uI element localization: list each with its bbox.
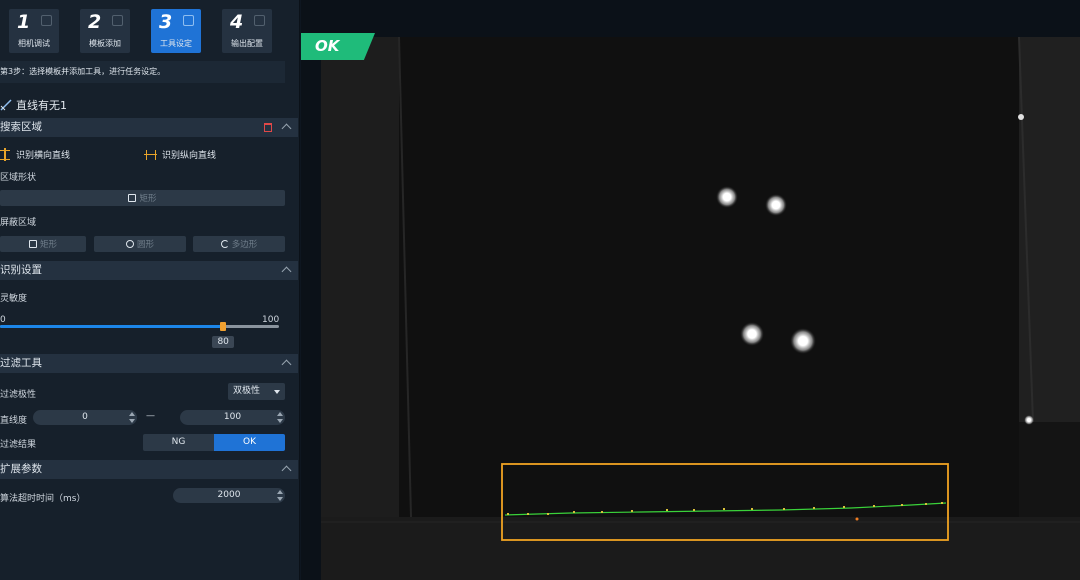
polarity-select[interactable]: 双极性 (228, 383, 285, 400)
spinner-icon[interactable] (277, 490, 283, 501)
filter-result-toggle: NG OK (143, 434, 285, 451)
step-number: 2 (88, 11, 102, 33)
option-label: 识别横向直线 (16, 151, 71, 161)
rectangle-icon (28, 240, 37, 248)
result-status-badge: OK (301, 33, 375, 60)
straightness-min-input[interactable]: 0 (33, 410, 137, 425)
horizontal-line-icon (0, 147, 10, 161)
button-label: 多边形 (231, 240, 258, 250)
input-value: 100 (223, 412, 242, 422)
tool-icon (183, 15, 194, 26)
section-title: 过滤工具 (0, 357, 42, 369)
template-icon (112, 15, 123, 26)
straightness-max-input[interactable]: 100 (180, 410, 285, 425)
section-extended[interactable]: 扩展参数 (0, 460, 298, 479)
result-ok-button[interactable]: OK (214, 434, 285, 451)
section-title: 扩展参数 (0, 463, 42, 475)
slider-min-label: 0 (0, 315, 6, 325)
mask-circle-button[interactable]: 圆形 (94, 236, 186, 252)
chevron-up-icon[interactable] (281, 266, 292, 277)
camera-image[interactable] (321, 37, 1080, 580)
shape-rect-button[interactable]: 矩形 (0, 190, 285, 206)
input-value: 0 (82, 412, 88, 422)
select-value: 双极性 (233, 386, 261, 396)
step-number: 4 (230, 11, 244, 33)
straightness-label: 直线度 (0, 416, 28, 426)
image-viewer: OK (301, 0, 1080, 580)
camera-icon (41, 15, 52, 26)
chevron-down-icon (274, 390, 280, 394)
range-dash: — (146, 411, 155, 421)
option-vertical-line[interactable]: 识别纵向直线 (144, 148, 217, 161)
step-bar: 1 相机调试 2 模板添加 3 工具设定 4 输出配置 (0, 0, 300, 58)
polygon-icon (220, 240, 229, 248)
mask-polygon-button[interactable]: 多边形 (193, 236, 285, 252)
section-title: 搜索区域 (0, 121, 42, 133)
rectangle-icon (128, 194, 137, 202)
option-horizontal-line[interactable]: 识别横向直线 (0, 147, 71, 161)
circle-icon (125, 240, 134, 248)
slider-thumb[interactable] (220, 322, 227, 331)
step-label: 输出配置 (231, 39, 263, 48)
timeout-input[interactable]: 2000 (173, 488, 285, 503)
light-spot (716, 186, 738, 208)
step-hint: 第3步：选择模板并添加工具，进行任务设定。 (0, 61, 285, 83)
camera-frame (321, 37, 1080, 580)
tool-name: 直线有无1 (16, 99, 67, 112)
option-label: 识别纵向直线 (162, 151, 217, 161)
step-label: 模板添加 (89, 39, 121, 48)
settings-panel: 1 相机调试 2 模板添加 3 工具设定 4 输出配置 第3步：选择模板并添加工… (0, 0, 300, 580)
filter-result-label: 过滤结果 (0, 440, 37, 450)
spinner-icon[interactable] (129, 412, 135, 423)
section-recognition[interactable]: 识别设置 (0, 261, 298, 280)
light-spot (765, 194, 787, 216)
line-tool-icon (0, 99, 12, 111)
sensitivity-label: 灵敏度 (0, 294, 28, 304)
slider-value: 80 (212, 336, 235, 348)
spinner-icon[interactable] (277, 412, 283, 423)
tool-title: 直线有无1 (0, 96, 67, 114)
chevron-up-icon[interactable] (281, 465, 292, 476)
mask-area-label: 屏蔽区域 (0, 218, 37, 228)
chevron-up-icon[interactable] (281, 359, 292, 370)
step-template-add[interactable]: 2 模板添加 (80, 9, 130, 53)
mask-rect-button[interactable]: 矩形 (0, 236, 86, 252)
step-number: 3 (159, 11, 173, 33)
step-camera-debug[interactable]: 1 相机调试 (9, 9, 59, 53)
light-spot (1024, 415, 1034, 425)
trash-icon[interactable] (264, 123, 272, 132)
vertical-line-icon (144, 149, 157, 160)
button-label: 圆形 (136, 240, 154, 250)
slider-max-label: 100 (262, 315, 280, 325)
step-number: 1 (17, 11, 31, 33)
noise-point (855, 517, 859, 521)
section-filter[interactable]: 过滤工具 (0, 354, 298, 373)
slider-fill (0, 325, 224, 328)
result-ng-button[interactable]: NG (143, 434, 214, 451)
button-label: 矩形 (139, 194, 157, 204)
section-search-area[interactable]: 搜索区域 (0, 118, 298, 137)
viewer-toolbar (301, 0, 1080, 32)
light-spot (740, 322, 764, 346)
output-icon (254, 15, 265, 26)
area-shape-label: 区域形状 (0, 173, 37, 183)
step-output-config[interactable]: 4 输出配置 (222, 9, 272, 53)
light-spot (790, 328, 816, 354)
chevron-up-icon[interactable] (281, 123, 292, 134)
button-label: 矩形 (39, 240, 57, 250)
input-value: 2000 (217, 490, 241, 500)
polarity-label: 过滤极性 (0, 390, 37, 400)
section-title: 识别设置 (0, 264, 42, 276)
step-label: 相机调试 (18, 39, 50, 48)
light-spot (1018, 114, 1024, 120)
app-root: 1 相机调试 2 模板添加 3 工具设定 4 输出配置 第3步：选择模板并添加工… (0, 0, 1080, 580)
timeout-label: 算法超时时间（ms） (0, 494, 86, 504)
step-label: 工具设定 (160, 39, 192, 48)
step-tool-setup[interactable]: 3 工具设定 (151, 9, 201, 53)
sensitivity-slider[interactable] (0, 322, 279, 331)
